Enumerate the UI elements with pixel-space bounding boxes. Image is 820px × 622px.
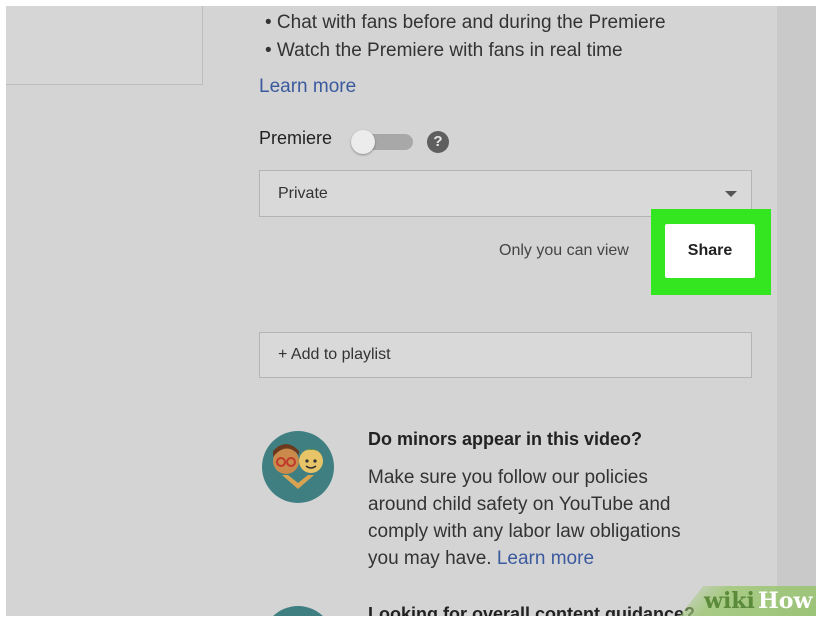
- minors-body-line: around child safety on YouTube and: [368, 494, 671, 515]
- visibility-selected-value: Private: [278, 185, 328, 202]
- thumbnail-panel: [6, 6, 203, 85]
- scrollbar-track[interactable]: [777, 6, 816, 616]
- visibility-note: Only you can view: [499, 242, 629, 259]
- premiere-toggle[interactable]: [351, 130, 415, 154]
- help-icon[interactable]: ?: [427, 131, 449, 153]
- wikihow-watermark: wiki How: [678, 586, 816, 616]
- minors-body-line: comply with any labor law obligations: [368, 521, 681, 542]
- add-to-playlist-label: + Add to playlist: [278, 346, 391, 363]
- minors-learn-more-link[interactable]: Learn more: [497, 548, 594, 569]
- minors-body-line: you may have.: [368, 548, 492, 569]
- guidance-title: Looking for overall content guidance?: [368, 604, 696, 616]
- learn-more-link[interactable]: Learn more: [259, 76, 356, 98]
- chevron-down-icon: [725, 191, 737, 197]
- premiere-feature-bullet: • Chat with fans before and during the P…: [265, 12, 666, 33]
- minors-body-line: Make sure you follow our policies: [368, 467, 648, 488]
- minors-title: Do minors appear in this video?: [368, 429, 643, 449]
- share-button[interactable]: Share: [665, 224, 755, 278]
- toggle-knob: [351, 130, 375, 154]
- minors-body: Make sure you follow our policies around…: [368, 464, 748, 572]
- premiere-label: Premiere: [259, 128, 333, 148]
- minors-avatar-icon: [262, 431, 334, 503]
- watermark-how: How: [758, 588, 813, 614]
- watermark-wiki: wiki: [704, 588, 755, 614]
- upload-settings-panel: • Chat with fans before and during the P…: [6, 6, 816, 616]
- premiere-feature-bullet: • Watch the Premiere with fans in real t…: [265, 40, 623, 61]
- guidance-avatar-icon: [273, 606, 323, 616]
- add-to-playlist-button[interactable]: + Add to playlist: [259, 332, 752, 378]
